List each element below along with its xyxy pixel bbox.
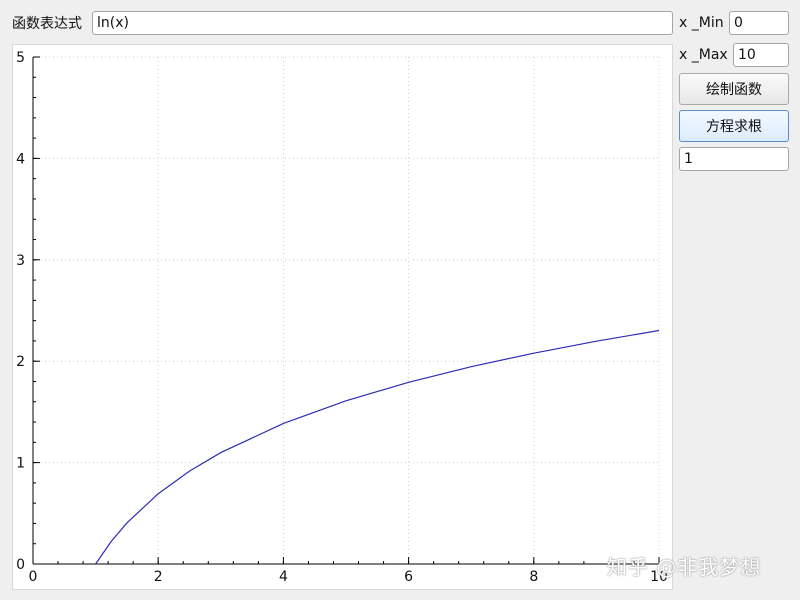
data-point-0-6 — [283, 423, 284, 424]
data-point-0-3 — [158, 493, 159, 494]
function-curve-0 — [95, 329, 660, 565]
solve-root-button[interactable]: 方程求根 — [679, 110, 789, 142]
data-point-0-2 — [126, 522, 127, 523]
x-tick-label-1: 2 — [154, 569, 163, 585]
x-max-label: x _Max — [679, 47, 728, 63]
x-tick-label-4: 8 — [529, 569, 538, 585]
data-point-0-9 — [471, 366, 472, 367]
x-min-label: x _Min — [679, 15, 724, 31]
data-point-0-4 — [189, 471, 190, 472]
root-result-field[interactable] — [679, 147, 789, 171]
plot-area[interactable]: 0 2 4 6 8 10 0 1 2 3 4 5 — [12, 44, 673, 590]
data-point-0-5 — [220, 452, 221, 453]
data-point-0-10 — [533, 353, 534, 354]
data-point-0-1 — [111, 541, 112, 542]
expression-input[interactable] — [92, 11, 673, 35]
data-point-0-7 — [345, 400, 346, 401]
x-tick-label-3: 6 — [404, 569, 413, 585]
expression-row: 函数表达式 — [12, 11, 673, 35]
y-tick-label-2: 2 — [16, 354, 25, 370]
expression-label: 函数表达式 — [12, 16, 82, 32]
y-tick-label-5: 5 — [16, 50, 25, 66]
function-plotter-window: 函数表达式 x _Min x _Max 绘制函数 方程求根 0246810012… — [0, 0, 800, 600]
x-tick-label-0: 0 — [29, 569, 38, 585]
y-tick-label-4: 4 — [16, 151, 25, 167]
x-tick-label-2: 4 — [279, 569, 288, 585]
function-chart[interactable]: 0 2 4 6 8 10012345 — [13, 45, 674, 591]
y-tick-label-0: 0 — [16, 557, 25, 573]
x-max-input[interactable] — [733, 43, 789, 67]
x-min-input[interactable] — [729, 11, 789, 35]
data-point-0-11 — [596, 341, 597, 342]
plot-function-button[interactable]: 绘制函数 — [679, 73, 789, 105]
data-point-0-0 — [95, 563, 96, 564]
y-tick-label-1: 1 — [16, 456, 25, 472]
data-point-0-8 — [408, 382, 409, 383]
data-point-0-12 — [658, 330, 659, 331]
y-tick-label-3: 3 — [16, 253, 25, 269]
watermark: 知乎 @非我梦想 — [607, 555, 762, 579]
